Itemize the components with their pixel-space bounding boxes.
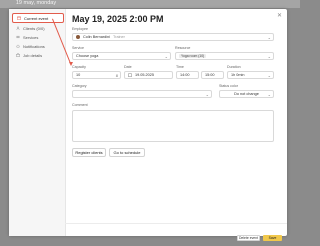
- duration-select[interactable]: 1h 0min ⌄: [227, 71, 274, 79]
- list-icon: [16, 36, 20, 38]
- sidebar-item-label: Notifications: [23, 43, 45, 49]
- category-label: Category: [72, 84, 87, 88]
- time-to-input[interactable]: 15:00: [201, 71, 224, 79]
- delete-event-button[interactable]: Delete event: [237, 235, 260, 241]
- employee-name: Colin Bernardini: [83, 35, 111, 39]
- briefcase-icon: [16, 53, 20, 57]
- status-select[interactable]: Do not change ⌄: [219, 90, 274, 98]
- category-select[interactable]: ⌄: [72, 90, 212, 98]
- sidebar-item-job-details[interactable]: Job details: [12, 51, 62, 59]
- status-value: Do not change: [234, 92, 259, 96]
- close-icon[interactable]: ✕: [277, 12, 282, 19]
- sidebar-item-label: Current event: [24, 15, 49, 21]
- employee-select[interactable]: Colin Bernardini Trainer ⌄: [72, 33, 274, 41]
- employee-label: Employee: [72, 27, 88, 31]
- sidebar-item-label: Job details: [23, 52, 43, 58]
- time-from-value: 14:00: [180, 73, 190, 77]
- capacity-label: Capacity: [72, 65, 86, 69]
- sidebar-item-notifications[interactable]: Notifications: [12, 42, 62, 50]
- go-to-schedule-button[interactable]: Go to schedule: [109, 148, 145, 157]
- comment-label: Comment: [72, 103, 88, 107]
- service-value: Choose yoga: [76, 54, 99, 58]
- time-to-value: 15:00: [205, 73, 215, 77]
- calendar-icon: [128, 73, 132, 77]
- service-label: Service: [72, 46, 84, 50]
- chevron-down-icon: ⌄: [267, 54, 271, 59]
- duration-label: Duration: [227, 65, 241, 69]
- employee-role: Trainer: [113, 35, 125, 39]
- date-input[interactable]: 19.05.2025: [124, 71, 173, 79]
- sidebar-item-label: Clients (0/0): [23, 25, 45, 31]
- register-clients-button[interactable]: Register clients: [72, 148, 106, 157]
- modal-sidebar: Current event Clients (0/0) Services Not…: [9, 9, 66, 236]
- chevron-down-icon: ⌄: [267, 73, 271, 78]
- avatar: [76, 35, 80, 39]
- time-label: Time: [176, 65, 184, 69]
- comment-textarea[interactable]: [72, 110, 274, 142]
- chevron-down-icon: ⌄: [205, 92, 209, 97]
- bell-icon: [16, 44, 20, 48]
- resource-chip: Yoga room (10): [179, 54, 207, 58]
- duration-value: 1h 0min: [231, 73, 245, 77]
- chevron-down-icon: ⌄: [267, 35, 271, 40]
- resource-label: Resource: [175, 46, 191, 50]
- save-button[interactable]: Save: [263, 235, 282, 241]
- background-date: 19 may, monday: [15, 0, 57, 6]
- sidebar-item-label: Services: [23, 34, 39, 40]
- service-select[interactable]: Choose yoga ⌄: [72, 52, 171, 60]
- event-modal: Current event Clients (0/0) Services Not…: [9, 9, 287, 241]
- chevron-down-icon: ⌄: [164, 54, 168, 59]
- calendar-icon: [17, 16, 21, 20]
- capacity-suffix: 8: [115, 73, 118, 78]
- page-title: May 19, 2025 2:00 PM: [72, 14, 164, 24]
- chevron-down-icon: ⌄: [267, 92, 271, 97]
- footer-divider: [65, 223, 287, 224]
- time-from-input[interactable]: 14:00: [176, 71, 199, 79]
- users-icon: [16, 26, 20, 30]
- sidebar-item-services[interactable]: Services: [12, 33, 62, 41]
- date-label: Date: [124, 65, 132, 69]
- resource-select[interactable]: Yoga room (10) ⌄: [175, 52, 274, 60]
- capacity-value: 10: [76, 73, 81, 77]
- date-value: 19.05.2025: [135, 73, 155, 77]
- capacity-input[interactable]: 10 8: [72, 71, 121, 79]
- status-label: Status color: [219, 84, 238, 88]
- sidebar-item-current-event[interactable]: Current event: [12, 13, 64, 23]
